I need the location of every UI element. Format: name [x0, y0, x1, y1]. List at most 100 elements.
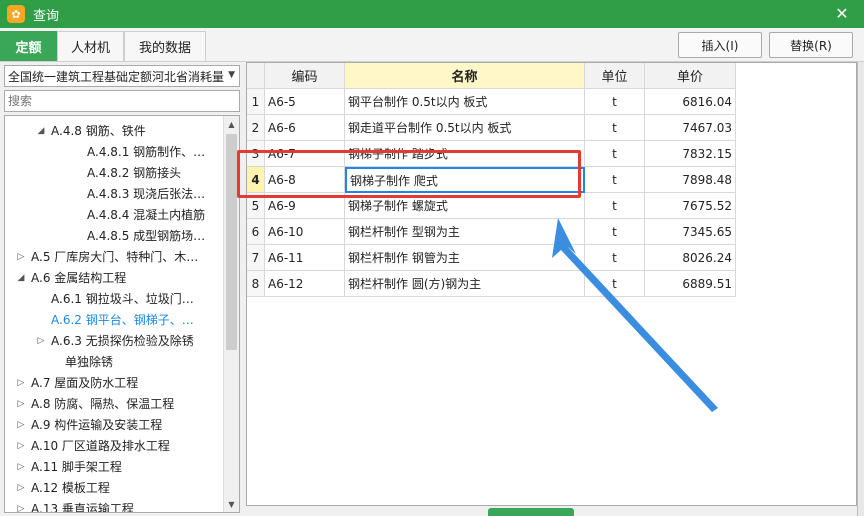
- code-cell[interactable]: A6-7: [265, 141, 345, 167]
- tree-item[interactable]: ▷ A.10 厂区道路及排水工程: [15, 435, 170, 456]
- collapsed-caret-icon[interactable]: ▷: [15, 483, 27, 493]
- collapsed-caret-icon[interactable]: ▷: [15, 441, 27, 451]
- row-index[interactable]: 4: [247, 167, 265, 193]
- unit-cell[interactable]: t: [585, 89, 645, 115]
- price-cell[interactable]: 7832.15: [645, 141, 736, 167]
- unit-cell[interactable]: t: [585, 245, 645, 271]
- unit-cell[interactable]: t: [585, 219, 645, 245]
- header-code[interactable]: 编码: [265, 63, 345, 89]
- tree-item-label: A.4.8.5 成型钢筋场…: [87, 229, 206, 243]
- collapsed-caret-icon[interactable]: ▷: [15, 504, 27, 513]
- code-cell[interactable]: A6-11: [265, 245, 345, 271]
- tree-item[interactable]: A.6.2 钢平台、钢梯子、…: [51, 309, 194, 330]
- header-price[interactable]: 单价: [645, 63, 736, 89]
- tree-item-label: A.6 金属结构工程: [31, 271, 127, 285]
- tab-bar: 定额 人材机 我的数据 插入(I) 替换(R): [0, 28, 864, 62]
- price-cell[interactable]: 6889.51: [645, 271, 736, 297]
- name-cell[interactable]: 钢平台制作 0.5t以内 板式: [345, 89, 585, 115]
- tree-item-label: A.11 脚手架工程: [31, 460, 122, 474]
- row-index[interactable]: 5: [247, 193, 265, 219]
- code-cell[interactable]: A6-5: [265, 89, 345, 115]
- tree-item[interactable]: ▷ A.11 脚手架工程: [15, 456, 122, 477]
- row-index[interactable]: 8: [247, 271, 265, 297]
- header-name[interactable]: 名称: [345, 63, 585, 89]
- code-cell[interactable]: A6-12: [265, 271, 345, 297]
- row-index[interactable]: 7: [247, 245, 265, 271]
- code-cell[interactable]: A6-9: [265, 193, 345, 219]
- scroll-thumb[interactable]: [226, 134, 237, 350]
- tree-item[interactable]: 单独除锈: [65, 351, 113, 372]
- tree-item[interactable]: ▷ A.8 防腐、隔热、保温工程: [15, 393, 175, 414]
- tree-item[interactable]: ▷ A.12 模板工程: [15, 477, 110, 498]
- tree-item[interactable]: ▷ A.5 厂库房大门、特种门、木…: [15, 246, 199, 267]
- price-cell[interactable]: 6816.04: [645, 89, 736, 115]
- unit-cell[interactable]: t: [585, 115, 645, 141]
- left-panel: 全国统一建筑工程基础定额河北省消耗量 ▼ ▲ ▼ ◢ A.4.8 钢筋、铁件 A.4…: [0, 62, 246, 516]
- tree-item[interactable]: ◢ A.4.8 钢筋、铁件: [35, 120, 146, 141]
- tree-item-label: A.7 屋面及防水工程: [31, 376, 139, 390]
- price-cell[interactable]: 7675.52: [645, 193, 736, 219]
- row-index[interactable]: 3: [247, 141, 265, 167]
- replace-button[interactable]: 替换(R): [769, 32, 853, 58]
- code-cell[interactable]: A6-10: [265, 219, 345, 245]
- unit-cell[interactable]: t: [585, 141, 645, 167]
- insert-button[interactable]: 插入(I): [678, 32, 762, 58]
- app-logo-icon: ✿: [7, 5, 25, 23]
- code-cell[interactable]: A6-8: [265, 167, 345, 193]
- collapsed-caret-icon[interactable]: ▷: [15, 378, 27, 388]
- name-cell[interactable]: 钢走道平台制作 0.5t以内 板式: [345, 115, 585, 141]
- expanded-caret-icon[interactable]: ◢: [15, 273, 27, 283]
- close-icon[interactable]: ✕: [832, 3, 852, 23]
- name-cell[interactable]: 钢梯子制作 爬式: [345, 167, 585, 193]
- tab-my-data[interactable]: 我的数据: [124, 31, 206, 61]
- tree-item[interactable]: A.6.1 钢拉圾斗、垃圾门…: [51, 288, 194, 309]
- tree-item-label: A.6.3 无损探伤检验及除锈: [51, 334, 194, 348]
- price-cell[interactable]: 8026.24: [645, 245, 736, 271]
- collapsed-caret-icon[interactable]: ▷: [15, 252, 27, 262]
- tree-item[interactable]: A.4.8.1 钢筋制作、…: [87, 141, 205, 162]
- row-index[interactable]: 2: [247, 115, 265, 141]
- row-index[interactable]: 1: [247, 89, 265, 115]
- tree-item[interactable]: ◢ A.6 金属结构工程: [15, 267, 127, 288]
- tab-quota[interactable]: 定额: [0, 31, 57, 61]
- unit-cell[interactable]: t: [585, 271, 645, 297]
- name-cell[interactable]: 钢梯子制作 踏步式: [345, 141, 585, 167]
- tab-labor-material-machine[interactable]: 人材机: [57, 31, 124, 61]
- tree-item-label: A.5 厂库房大门、特种门、木…: [31, 250, 199, 264]
- name-cell[interactable]: 钢栏杆制作 钢管为主: [345, 245, 585, 271]
- collapsed-caret-icon[interactable]: ▷: [15, 420, 27, 430]
- price-cell[interactable]: 7467.03: [645, 115, 736, 141]
- header-index: [247, 63, 265, 89]
- tree-scrollbar[interactable]: ▲ ▼: [223, 116, 239, 512]
- tree-item[interactable]: A.4.8.2 钢筋接头: [87, 162, 181, 183]
- tree-item[interactable]: ▷ A.9 构件运输及安装工程: [15, 414, 163, 435]
- unit-cell[interactable]: t: [585, 167, 645, 193]
- collapsed-caret-icon[interactable]: ▷: [15, 399, 27, 409]
- collapsed-caret-icon[interactable]: ▷: [15, 462, 27, 472]
- name-cell[interactable]: 钢梯子制作 螺旋式: [345, 193, 585, 219]
- tree-item-label: A.13 垂直运输工程: [31, 502, 134, 513]
- price-cell[interactable]: 7898.48: [645, 167, 736, 193]
- scroll-up-icon[interactable]: ▲: [224, 116, 239, 132]
- tree-item[interactable]: ▷ A.6.3 无损探伤检验及除锈: [35, 330, 194, 351]
- row-index[interactable]: 6: [247, 219, 265, 245]
- collapsed-caret-icon[interactable]: ▷: [35, 336, 47, 346]
- search-input[interactable]: [4, 90, 240, 112]
- unit-cell[interactable]: t: [585, 193, 645, 219]
- header-unit[interactable]: 单位: [585, 63, 645, 89]
- category-tree: ▲ ▼ ◢ A.4.8 钢筋、铁件 A.4.8.1 钢筋制作、… A.4.8.2 钢筋…: [4, 115, 240, 513]
- code-cell[interactable]: A6-6: [265, 115, 345, 141]
- price-cell[interactable]: 7345.65: [645, 219, 736, 245]
- tree-item[interactable]: A.4.8.4 混凝土内植筋: [87, 204, 205, 225]
- tree-item[interactable]: A.4.8.5 成型钢筋场…: [87, 225, 205, 246]
- library-select[interactable]: 全国统一建筑工程基础定额河北省消耗量 ▼: [4, 65, 240, 87]
- expanded-caret-icon[interactable]: ◢: [35, 126, 47, 136]
- tree-item[interactable]: ▷ A.7 屋面及防水工程: [15, 372, 139, 393]
- panel-resize-handle[interactable]: [488, 508, 574, 516]
- name-cell[interactable]: 钢栏杆制作 型钢为主: [345, 219, 585, 245]
- title-bar: ✿ 查询 ✕: [0, 0, 864, 28]
- scroll-down-icon[interactable]: ▼: [224, 496, 239, 512]
- tree-item[interactable]: ▷ A.13 垂直运输工程: [15, 498, 134, 513]
- name-cell[interactable]: 钢栏杆制作 圆(方)钢为主: [345, 271, 585, 297]
- tree-item[interactable]: A.4.8.3 现浇后张法…: [87, 183, 205, 204]
